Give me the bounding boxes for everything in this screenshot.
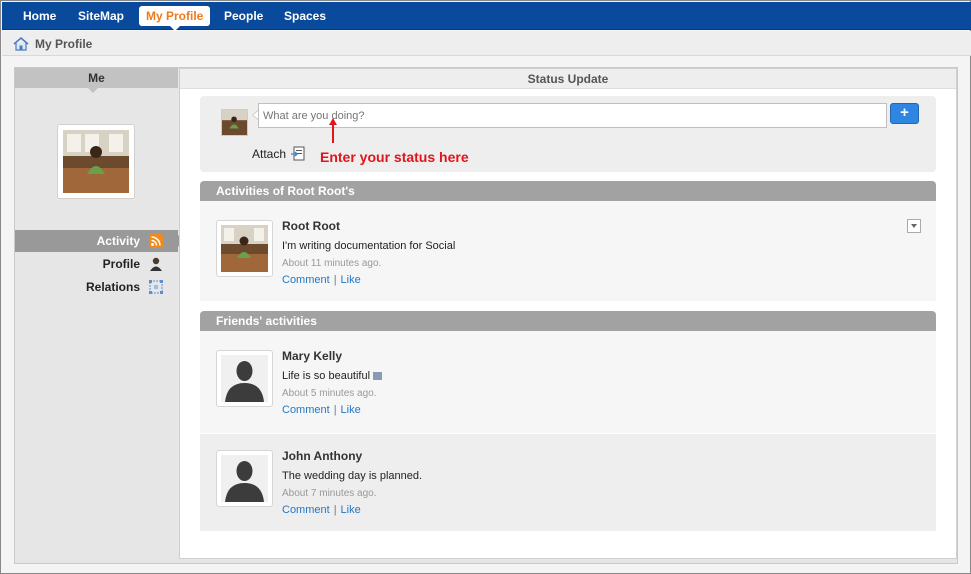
comment-link[interactable]: Comment	[282, 504, 330, 516]
composer-avatar	[221, 109, 248, 136]
nav-sitemap[interactable]: SiteMap	[71, 6, 131, 26]
activity-author[interactable]: Mary Kelly	[282, 349, 342, 363]
sidebar-item-label: Activity	[96, 234, 140, 248]
sidebar-item-label: Relations	[85, 280, 140, 294]
sidebar-item-relations[interactable]: Relations	[15, 276, 178, 298]
activity-menu-dropdown[interactable]	[907, 219, 921, 233]
emoticon-icon	[373, 372, 383, 381]
avatar-photo	[63, 130, 129, 193]
activity-avatar[interactable]	[216, 350, 273, 407]
separator: |	[333, 274, 337, 286]
activity-message: The wedding day is planned.	[282, 470, 423, 482]
sidebar-item-activity[interactable]: Activity	[15, 230, 184, 252]
app-frame: Home SiteMap My Profile People Spaces My…	[0, 0, 971, 574]
top-nav: Home SiteMap My Profile People Spaces	[2, 2, 971, 31]
comment-link[interactable]: Comment	[282, 274, 330, 286]
attach-icon[interactable]	[291, 146, 305, 161]
user-icon	[150, 257, 162, 271]
like-link[interactable]: Like	[341, 274, 361, 286]
activity-item: Root Root I'm writing documentation for …	[200, 201, 936, 301]
avatar-photo	[221, 225, 268, 272]
activity-time: About 11 minutes ago.	[282, 258, 382, 269]
page-title: My Profile	[35, 37, 93, 51]
separator: |	[333, 504, 337, 516]
section-my-activities: Activities of Root Root's	[200, 181, 936, 206]
home-icon[interactable]	[13, 36, 29, 52]
nav-home[interactable]: Home	[16, 6, 63, 26]
share-button[interactable]: +	[890, 103, 919, 124]
activity-actions: Comment | Like	[282, 404, 361, 416]
activity-author[interactable]: John Anthony	[282, 449, 362, 463]
main-panel: Me Activity Profile Relations Status Upd…	[14, 67, 958, 564]
activity-message: Life is so beautiful	[282, 370, 383, 382]
sidebar-header: Me	[15, 68, 178, 93]
default-avatar-icon	[221, 355, 268, 402]
activity-item: John Anthony The wedding day is planned.…	[200, 434, 936, 531]
activity-author[interactable]: Root Root	[282, 219, 340, 233]
sidebar-item-profile[interactable]: Profile	[15, 253, 178, 275]
message-text: Life is so beautiful	[282, 370, 371, 382]
activity-avatar[interactable]	[216, 450, 273, 507]
comment-link[interactable]: Comment	[282, 404, 330, 416]
nav-people[interactable]: People	[217, 6, 270, 26]
activity-avatar[interactable]	[216, 220, 273, 277]
section-friends-activities: Friends' activities	[200, 311, 936, 336]
annotation-arrow-icon	[329, 118, 337, 143]
status-input[interactable]	[258, 103, 887, 128]
activity-message: I'm writing documentation for Social	[282, 240, 456, 252]
annotation-text: Enter your status here	[320, 149, 469, 165]
like-link[interactable]: Like	[341, 404, 361, 416]
sidebar-item-label: Profile	[102, 257, 140, 271]
avatar[interactable]	[57, 124, 135, 199]
activity-item: Mary Kelly Life is so beautiful About 5 …	[200, 331, 936, 433]
activity-time: About 5 minutes ago.	[282, 388, 377, 399]
attach-label: Attach	[252, 147, 287, 161]
relations-icon	[149, 280, 163, 294]
nav-my-profile[interactable]: My Profile	[139, 6, 211, 31]
activity-actions: Comment | Like	[282, 504, 361, 516]
rss-icon	[149, 234, 163, 248]
breadcrumb: My Profile	[2, 31, 971, 56]
status-update-header: Status Update	[180, 69, 956, 89]
status-composer: + Attach Enter your status here	[200, 96, 936, 172]
profile-sidebar: Me Activity Profile Relations	[15, 68, 184, 563]
activity-time: About 7 minutes ago.	[282, 488, 377, 499]
nav-spaces[interactable]: Spaces	[277, 6, 333, 26]
activity-stream: Status Update + Attach	[179, 68, 957, 559]
activity-actions: Comment | Like	[282, 274, 361, 286]
default-avatar-icon	[221, 455, 268, 502]
separator: |	[333, 404, 337, 416]
like-link[interactable]: Like	[341, 504, 361, 516]
